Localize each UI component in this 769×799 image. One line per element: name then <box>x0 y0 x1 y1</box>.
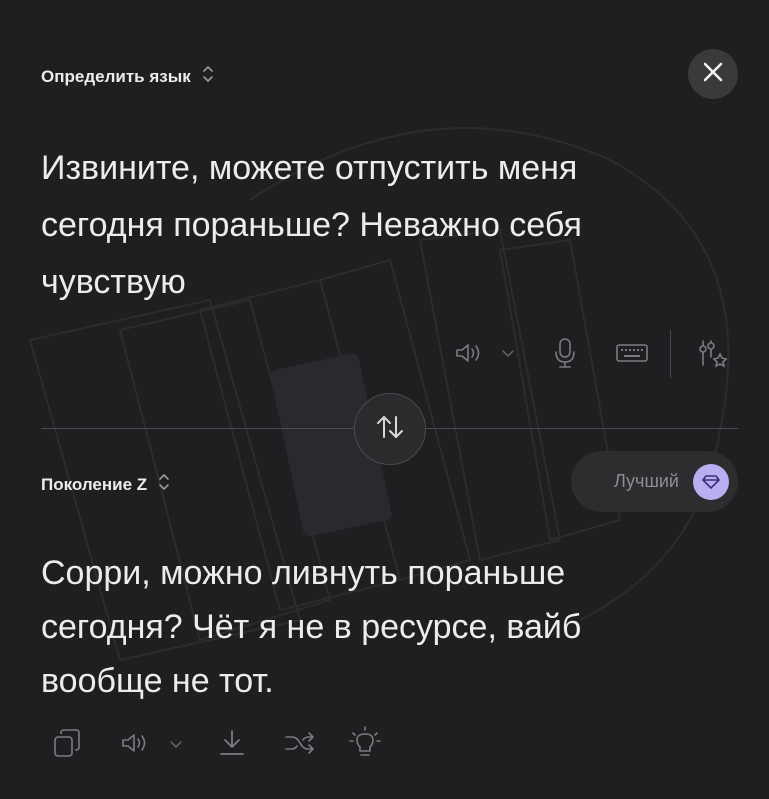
keyboard-icon <box>615 342 649 369</box>
lightbulb-icon <box>349 725 381 766</box>
speaker-icon <box>120 731 150 760</box>
target-style-label: Поколение Z <box>41 474 148 494</box>
close-button[interactable] <box>688 49 738 99</box>
source-language-label: Определить язык <box>41 66 191 86</box>
target-style-select[interactable]: Поколение Z <box>41 471 171 498</box>
speaker-icon <box>454 341 484 370</box>
speak-source-button[interactable] <box>452 340 486 370</box>
copy-icon <box>52 727 82 764</box>
swap-languages-button[interactable] <box>354 393 426 465</box>
swap-arrows-icon <box>374 413 406 446</box>
speak-result-button[interactable] <box>118 732 152 758</box>
chevron-down-icon <box>501 346 515 364</box>
translation-settings-button[interactable] <box>696 338 730 372</box>
download-button[interactable] <box>216 728 248 762</box>
source-language-select[interactable]: Определить язык <box>41 63 215 90</box>
download-icon <box>218 728 246 763</box>
translation-result-text[interactable]: Сорри, можно ливнуть пораньше сегодня? Ч… <box>41 546 681 708</box>
microphone-button[interactable] <box>550 337 580 374</box>
result-voice-options-dropdown[interactable] <box>166 736 186 756</box>
voice-options-dropdown[interactable] <box>498 345 518 365</box>
chevron-up-down-icon <box>157 471 171 498</box>
explain-button[interactable] <box>348 725 382 766</box>
regenerate-button[interactable] <box>282 730 318 760</box>
gem-icon <box>693 463 729 500</box>
chevron-down-icon <box>169 737 183 755</box>
quality-label: Лучший <box>614 471 679 491</box>
toolbar-divider <box>670 330 671 378</box>
copy-button[interactable] <box>50 728 84 762</box>
settings-sparkle-icon <box>697 337 729 374</box>
shuffle-icon <box>283 730 317 761</box>
quality-mode-button[interactable]: Лучший <box>571 451 738 512</box>
source-text[interactable]: Извините, можете отпустить меня сегодня … <box>41 140 681 311</box>
close-icon <box>702 61 724 88</box>
keyboard-button[interactable] <box>614 342 650 368</box>
chevron-up-down-icon <box>201 63 215 90</box>
microphone-icon <box>553 337 577 374</box>
